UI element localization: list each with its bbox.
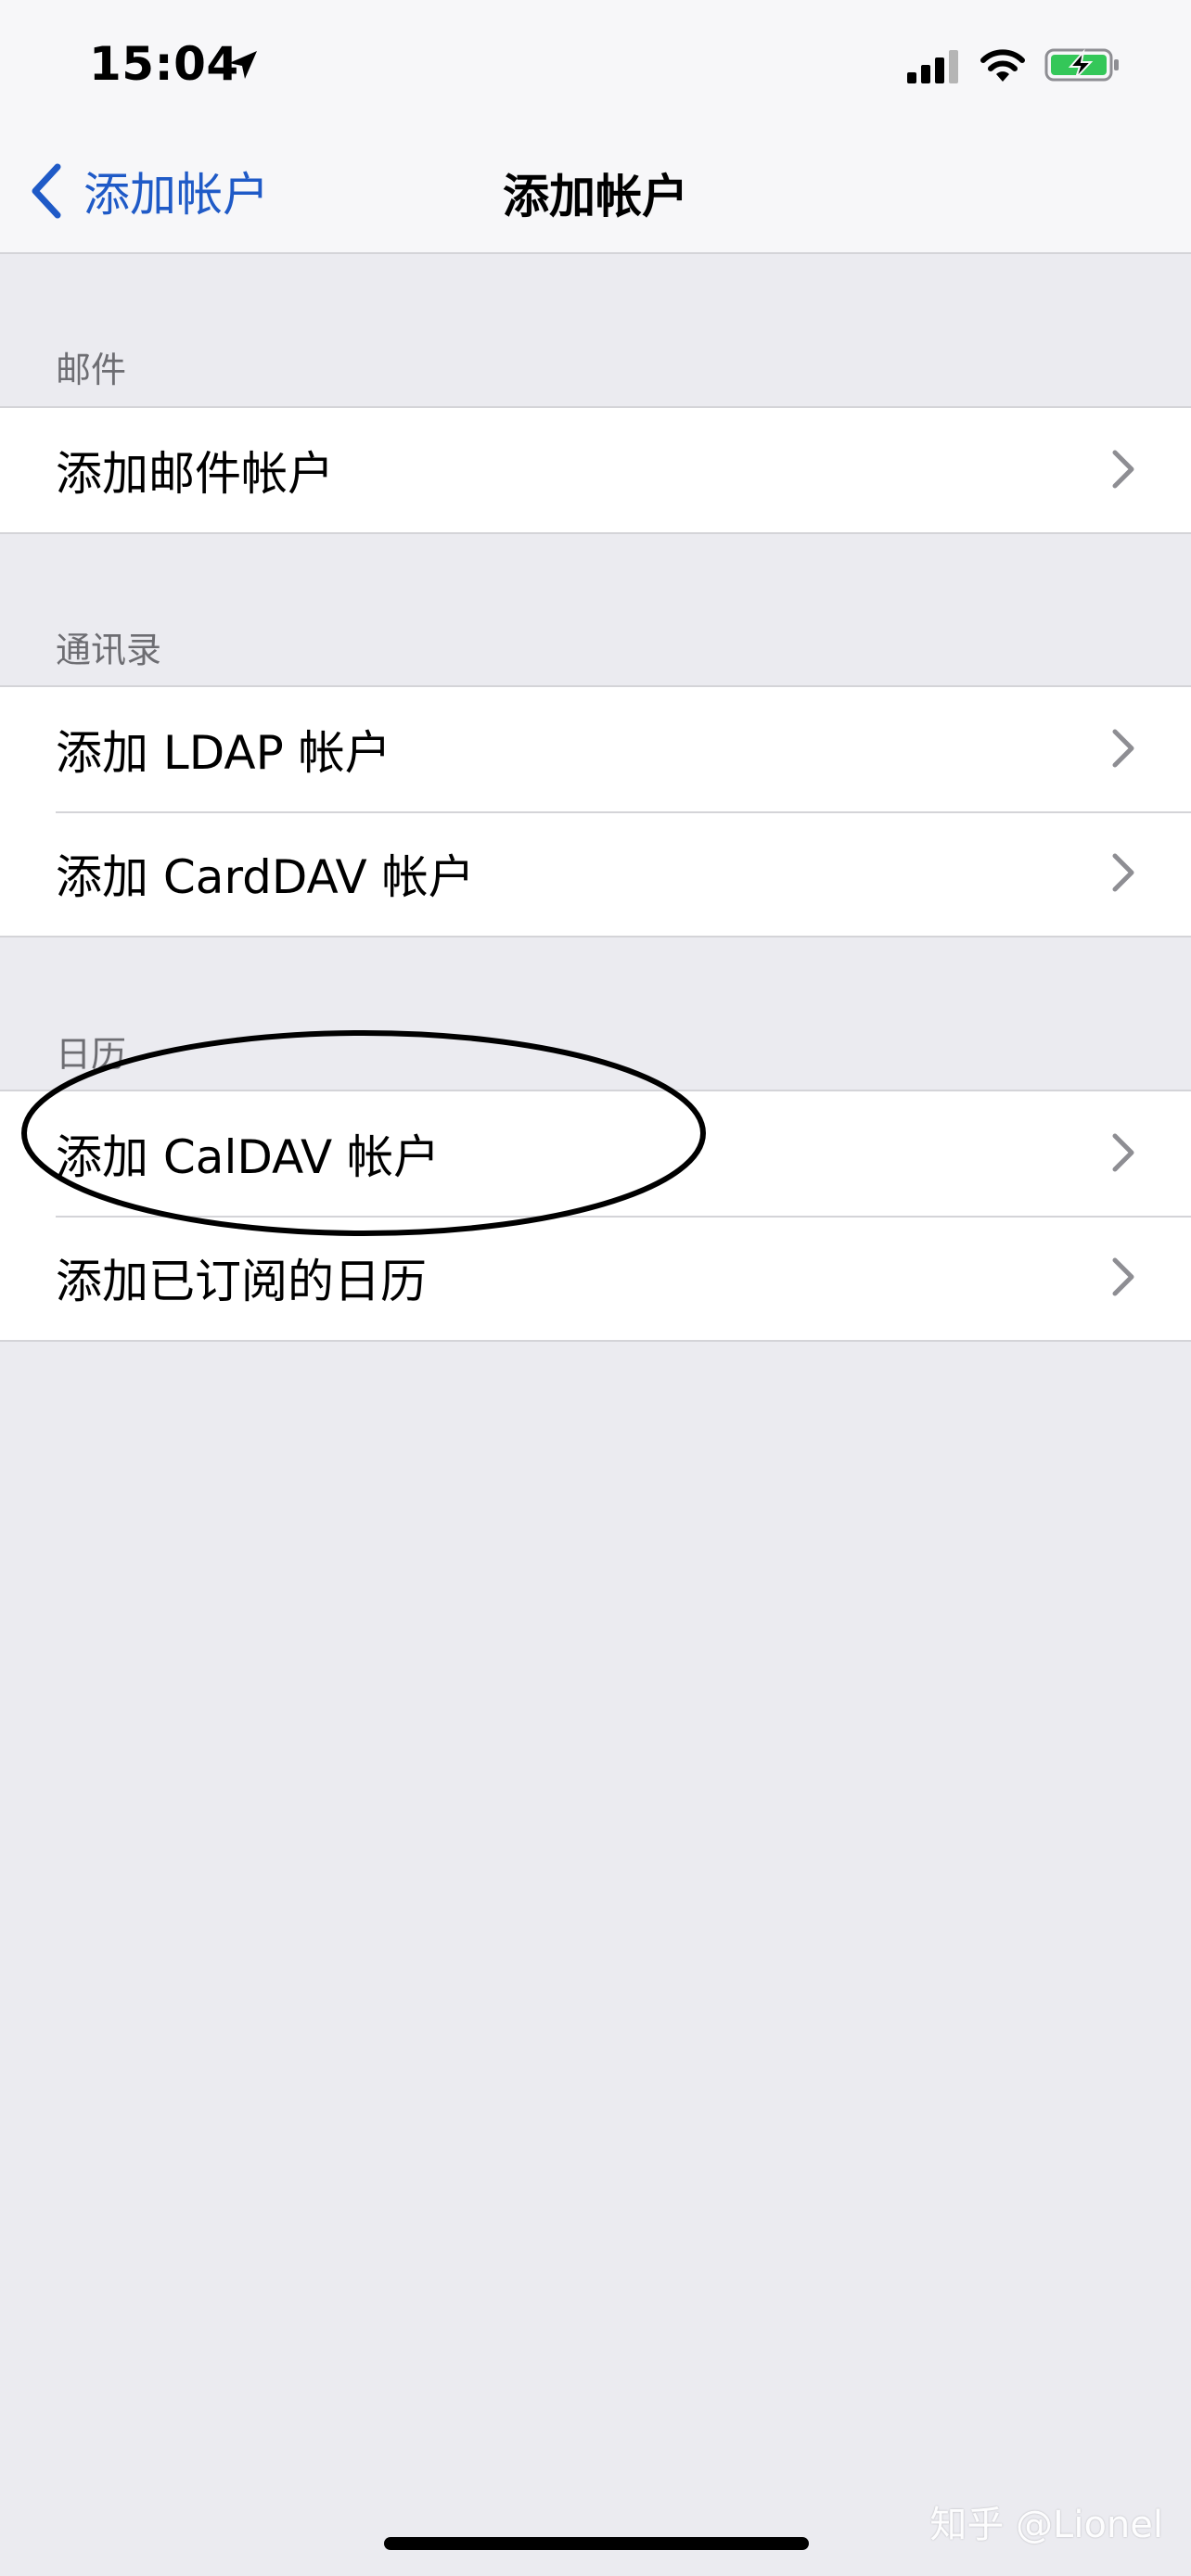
- row-add-mail-account[interactable]: 添加邮件帐户: [0, 408, 1191, 532]
- battery-charging-icon: [1044, 48, 1119, 82]
- chevron-right-icon: [1112, 729, 1134, 768]
- row-label: 添加 CardDAV 帐户: [56, 850, 475, 904]
- chevron-right-icon: [1112, 853, 1134, 892]
- group-contacts: 添加 LDAP 帐户 添加 CardDAV 帐户: [0, 685, 1191, 937]
- section-header-mail: 邮件: [56, 350, 127, 390]
- row-add-subscribed-calendar[interactable]: 添加已订阅的日历: [0, 1216, 1191, 1340]
- section-header-contacts: 通讯录: [56, 630, 162, 670]
- chevron-right-icon: [1112, 450, 1134, 489]
- group-calendar: 添加 CalDAV 帐户 添加已订阅的日历: [0, 1090, 1191, 1342]
- row-add-caldav-account[interactable]: 添加 CalDAV 帐户: [0, 1091, 1191, 1216]
- row-add-carddav-account[interactable]: 添加 CardDAV 帐户: [0, 811, 1191, 936]
- row-label: 添加已订阅的日历: [56, 1255, 427, 1308]
- group-mail: 添加邮件帐户: [0, 406, 1191, 534]
- home-indicator[interactable]: [384, 2537, 809, 2550]
- wifi-icon: [980, 49, 1025, 82]
- section-header-calendar: 日历: [56, 1034, 127, 1075]
- status-time: 15:04: [89, 37, 239, 91]
- chevron-right-icon: [1112, 1257, 1134, 1296]
- watermark: 知乎 @Lionel: [929, 2504, 1163, 2546]
- screen: 15:04 添加帐户 添加帐户 邮件 添加邮件帐户 通讯录 添加 LDAP 帐户…: [0, 0, 1191, 2576]
- row-label: 添加 LDAP 帐户: [56, 726, 391, 780]
- top-bar: 15:04 添加帐户 添加帐户: [0, 0, 1191, 254]
- row-label: 添加 CalDAV 帐户: [56, 1130, 441, 1184]
- row-label: 添加邮件帐户: [56, 447, 334, 501]
- row-add-ldap-account[interactable]: 添加 LDAP 帐户: [0, 687, 1191, 811]
- cellular-signal-icon: [907, 50, 958, 83]
- chevron-right-icon: [1112, 1133, 1134, 1172]
- page-title: 添加帐户: [503, 170, 688, 223]
- location-arrow-icon: [229, 51, 257, 79]
